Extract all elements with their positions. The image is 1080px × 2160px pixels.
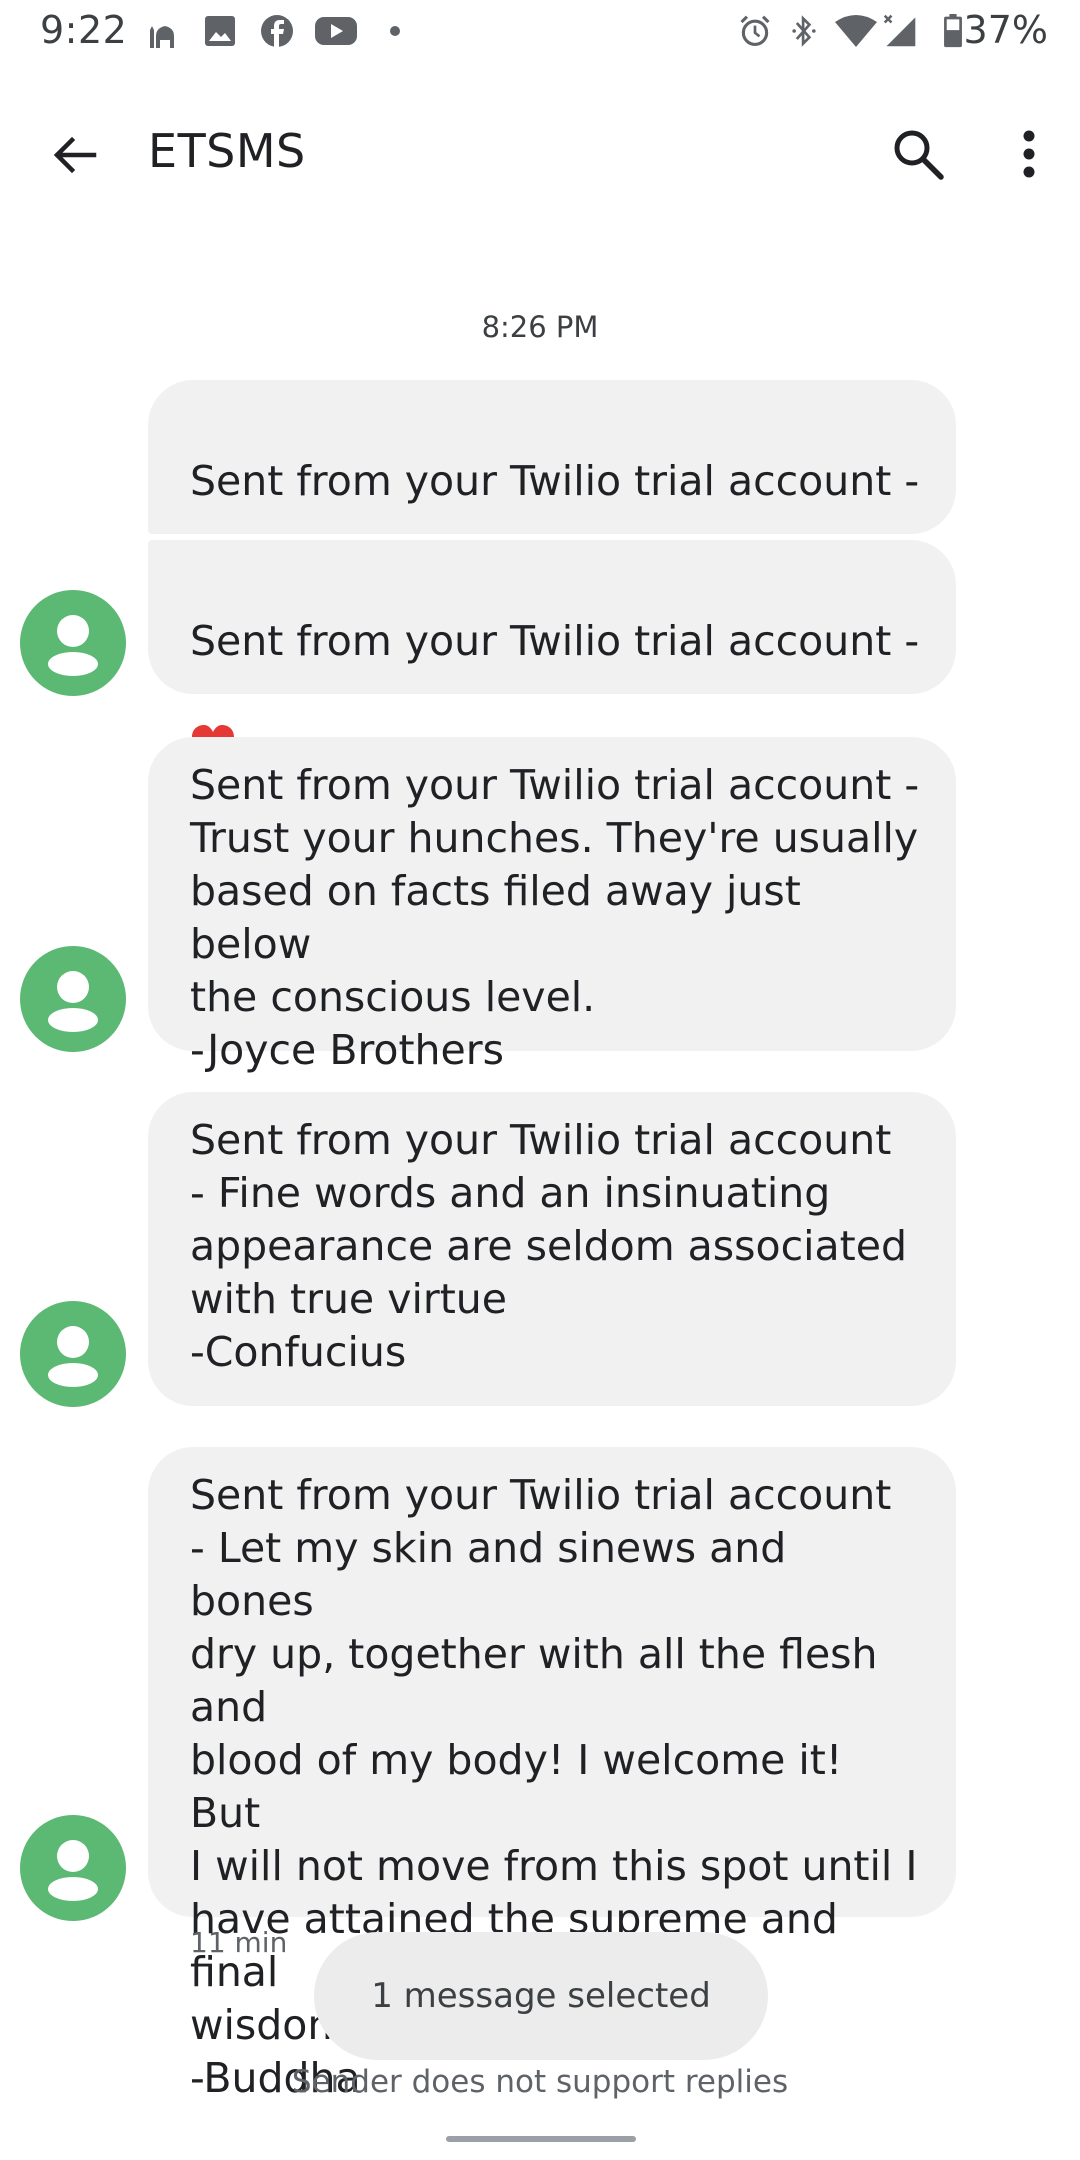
- status-time: 9:22: [40, 8, 128, 52]
- mosque-icon: [150, 26, 174, 48]
- message-bubble[interactable]: Sent from your Twilio trial account - Fi…: [148, 1092, 956, 1406]
- facebook-icon: [261, 15, 293, 47]
- sender-avatar: [20, 1301, 126, 1407]
- battery-percentage: 37%: [963, 8, 1048, 52]
- message-text: Sent from your Twilio trial account -: [190, 617, 920, 665]
- message-time: 11 min: [190, 1926, 288, 1959]
- back-button[interactable]: [38, 118, 112, 192]
- search-button[interactable]: [880, 116, 956, 192]
- more-options-button[interactable]: [994, 116, 1064, 192]
- conversation-title: ETSMS: [148, 124, 306, 178]
- selection-status-chip: 1 message selected: [314, 1932, 768, 2060]
- cell-signal-icon: [883, 14, 916, 47]
- search-icon: [894, 130, 944, 180]
- message-text: Sent from your Twilio trial account -: [190, 457, 920, 505]
- arrow-back-icon: [53, 136, 97, 174]
- status-bar: 9:22 37%: [0, 0, 1080, 66]
- gesture-nav-handle[interactable]: [446, 2136, 636, 2142]
- sender-avatar: [20, 590, 126, 696]
- bluetooth-icon: [792, 15, 816, 47]
- battery-icon: [944, 14, 962, 48]
- sender-avatar: [20, 1815, 126, 1921]
- conversation-timestamp: 8:26 PM: [481, 310, 599, 344]
- sender-avatar: [20, 946, 126, 1052]
- alarm-icon: [740, 15, 770, 46]
- message-bubble[interactable]: Sent from your Twilio trial account -: [148, 540, 956, 765]
- more-vert-icon: [1023, 130, 1035, 178]
- message-bubble[interactable]: Sent from your Twilio trial account -: [148, 380, 956, 606]
- no-reply-notice: Sender does not support replies: [291, 2064, 789, 2100]
- dot-icon: [390, 26, 400, 36]
- top-app-bar: ETSMS: [0, 66, 1080, 234]
- message-bubble[interactable]: Sent from your Twilio trial account - Le…: [148, 1447, 956, 2102]
- youtube-icon: [315, 17, 357, 45]
- gallery-icon: [205, 16, 235, 46]
- message-bubble[interactable]: Sent from your Twilio trial account - Tr…: [148, 737, 956, 1074]
- wifi-icon: [835, 15, 877, 47]
